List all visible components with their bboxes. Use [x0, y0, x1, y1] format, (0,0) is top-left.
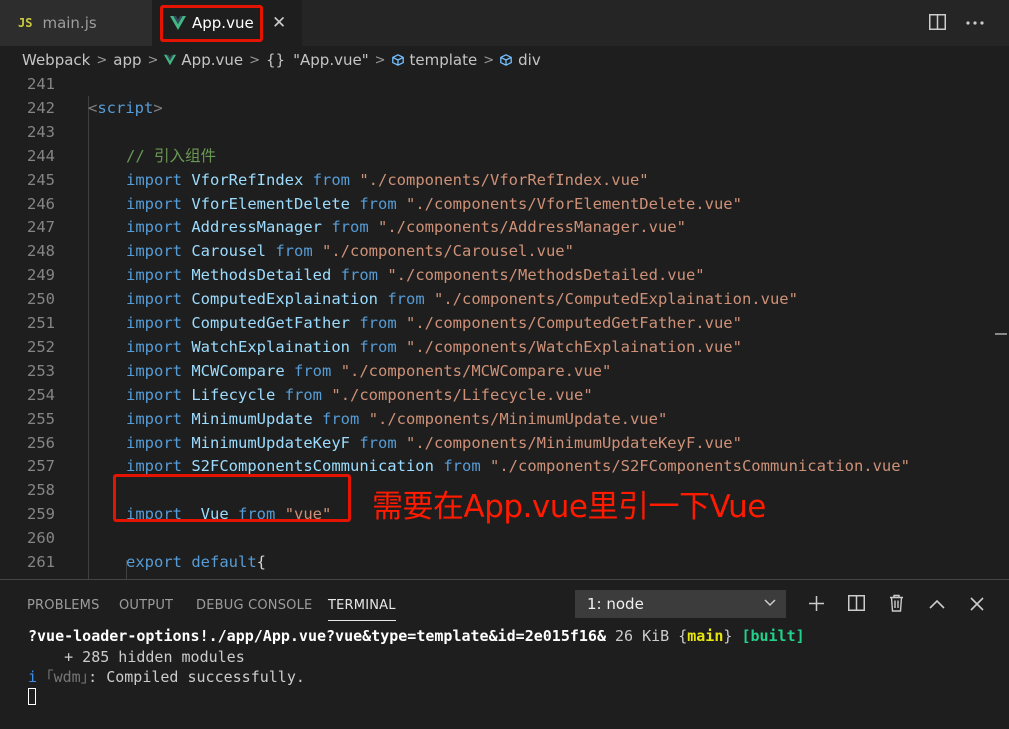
highlight-box-tab — [160, 5, 263, 42]
code-text: import VforRefIndex from "./components/V… — [126, 170, 649, 189]
split-terminal-icon[interactable] — [848, 595, 865, 611]
line-number: 256 — [27, 433, 55, 452]
code-text: import MCWCompare from "./components/MCW… — [126, 361, 612, 380]
code-line: 244 // 引入组件 — [0, 144, 1009, 168]
editor-tab-bar: JS main.js App.vue ✕ — [0, 0, 1009, 46]
vue-icon — [164, 54, 177, 66]
line-number: 253 — [27, 361, 55, 380]
code-text: import Carousel from "./components/Carou… — [126, 242, 574, 261]
bottom-panel: PROBLEMS OUTPUT DEBUG CONSOLE TERMINAL 1… — [0, 579, 1009, 729]
line-number: 255 — [27, 409, 55, 428]
chevron-down-icon — [764, 599, 776, 607]
line-number: 261 — [27, 553, 55, 571]
tab-debug-console[interactable]: DEBUG CONSOLE — [196, 598, 312, 613]
js-file-icon: JS — [18, 16, 33, 30]
code-line: 251 import ComputedGetFather from "./comp… — [0, 311, 1009, 335]
line-number: 260 — [27, 529, 55, 548]
code-text: import MinimumUpdate from "./components/… — [126, 409, 668, 428]
code-text: import MethodsDetailed from "./component… — [126, 266, 705, 285]
chevron-right-icon: > — [96, 52, 108, 68]
terminal-cursor — [28, 688, 36, 705]
breadcrumb-item[interactable]: template — [410, 51, 478, 69]
plus-icon[interactable] — [808, 595, 825, 612]
code-line: 260 — [0, 526, 1009, 550]
code-line: 256 import MinimumUpdateKeyF from "./comp… — [0, 431, 1009, 455]
line-number: 246 — [27, 194, 55, 213]
line-number: 241 — [27, 75, 55, 93]
line-number: 249 — [27, 266, 55, 285]
terminal-select[interactable]: 1: node — [575, 590, 786, 618]
line-number: 242 — [27, 98, 55, 117]
breadcrumb-item[interactable]: App.vue — [181, 51, 243, 69]
braces-icon: {} — [266, 51, 286, 69]
line-number: 243 — [27, 122, 55, 141]
code-line: 248 import Carousel from "./components/Ca… — [0, 239, 1009, 263]
cube-icon — [500, 54, 512, 66]
code-line: 252 import WatchExplaination from "./comp… — [0, 335, 1009, 359]
line-number: 245 — [27, 170, 55, 189]
line-number: 251 — [27, 314, 55, 332]
line-number: 258 — [27, 481, 55, 500]
maximize-panel-icon[interactable] — [929, 599, 945, 609]
close-icon[interactable] — [970, 597, 984, 611]
chevron-right-icon: > — [483, 52, 495, 68]
terminal-line: ?vue-loader-options!./app/App.vue?vue&ty… — [28, 627, 805, 645]
terminal-line: i ｢wdm｣: Compiled successfully. — [28, 668, 305, 686]
scrollbar-marker — [995, 333, 1007, 335]
code-text: import AddressManager from "./components… — [126, 218, 686, 237]
code-text: export default{ — [126, 553, 267, 571]
annotation-text: 需要在App.vue里引一下Vue — [372, 489, 766, 525]
code-line: 241 — [0, 74, 1009, 96]
close-icon[interactable]: ✕ — [272, 13, 286, 33]
code-line: 243 — [0, 120, 1009, 144]
code-line: 245 import VforRefIndex from "./component… — [0, 168, 1009, 192]
code-text: import MinimumUpdateKeyF from "./compone… — [126, 433, 742, 452]
terminal-line: + 285 hidden modules — [28, 648, 245, 666]
split-editor-icon[interactable] — [929, 14, 946, 30]
breadcrumb-item[interactable]: "App.vue" — [293, 51, 368, 69]
line-number: 250 — [27, 290, 55, 309]
tab-label: main.js — [42, 14, 97, 32]
tab-output[interactable]: OUTPUT — [119, 598, 173, 613]
line-number: 247 — [27, 218, 55, 237]
breadcrumb-item[interactable]: app — [113, 51, 141, 69]
line-number: 259 — [27, 505, 55, 524]
breadcrumb: Webpack > app > App.vue > {} "App.vue" >… — [0, 46, 1009, 74]
code-text: import WatchExplaination from "./compone… — [126, 337, 742, 356]
tab-terminal[interactable]: TERMINAL — [328, 598, 396, 621]
code-text: import ComputedExplaination from "./comp… — [126, 290, 798, 309]
line-number: 254 — [27, 385, 55, 404]
chevron-right-icon: > — [374, 52, 386, 68]
code-line: 254 import Lifecycle from "./components/L… — [0, 383, 1009, 407]
terminal-select-value: 1: node — [587, 595, 644, 613]
tab-problems[interactable]: PROBLEMS — [27, 598, 100, 613]
code-line: 247 import AddressManager from "./compone… — [0, 215, 1009, 239]
code-text: <script> — [88, 98, 163, 117]
code-text: import Lifecycle from "./components/Life… — [126, 385, 593, 404]
code-line: 253 import MCWCompare from "./components/… — [0, 359, 1009, 383]
tab-main-js[interactable]: JS main.js — [0, 0, 152, 46]
code-text: // 引入组件 — [126, 146, 216, 165]
code-line: 255 import MinimumUpdate from "./componen… — [0, 407, 1009, 431]
line-number: 248 — [27, 242, 55, 261]
breadcrumb-item[interactable]: div — [518, 51, 541, 69]
line-number: 257 — [27, 457, 55, 476]
code-line: 261 export default{ — [0, 550, 1009, 574]
code-text: import VforElementDelete from "./compone… — [126, 194, 742, 213]
chevron-right-icon: > — [147, 52, 159, 68]
cube-icon — [391, 54, 404, 66]
more-actions-icon[interactable] — [966, 21, 984, 25]
line-number: 252 — [27, 337, 55, 356]
code-line: 246 import VforElementDelete from "./comp… — [0, 192, 1009, 216]
line-number: 244 — [27, 146, 55, 165]
highlight-box-import-vue — [113, 474, 351, 522]
code-line: 242 <script> — [0, 96, 1009, 120]
code-text: import ComputedGetFather from "./compone… — [126, 314, 742, 332]
code-line: 250 import ComputedExplaination from "./c… — [0, 287, 1009, 311]
trash-icon[interactable] — [889, 594, 904, 612]
breadcrumb-item[interactable]: Webpack — [22, 51, 90, 69]
code-line: 249 import MethodsDetailed from "./compon… — [0, 263, 1009, 287]
chevron-right-icon: > — [249, 52, 261, 68]
